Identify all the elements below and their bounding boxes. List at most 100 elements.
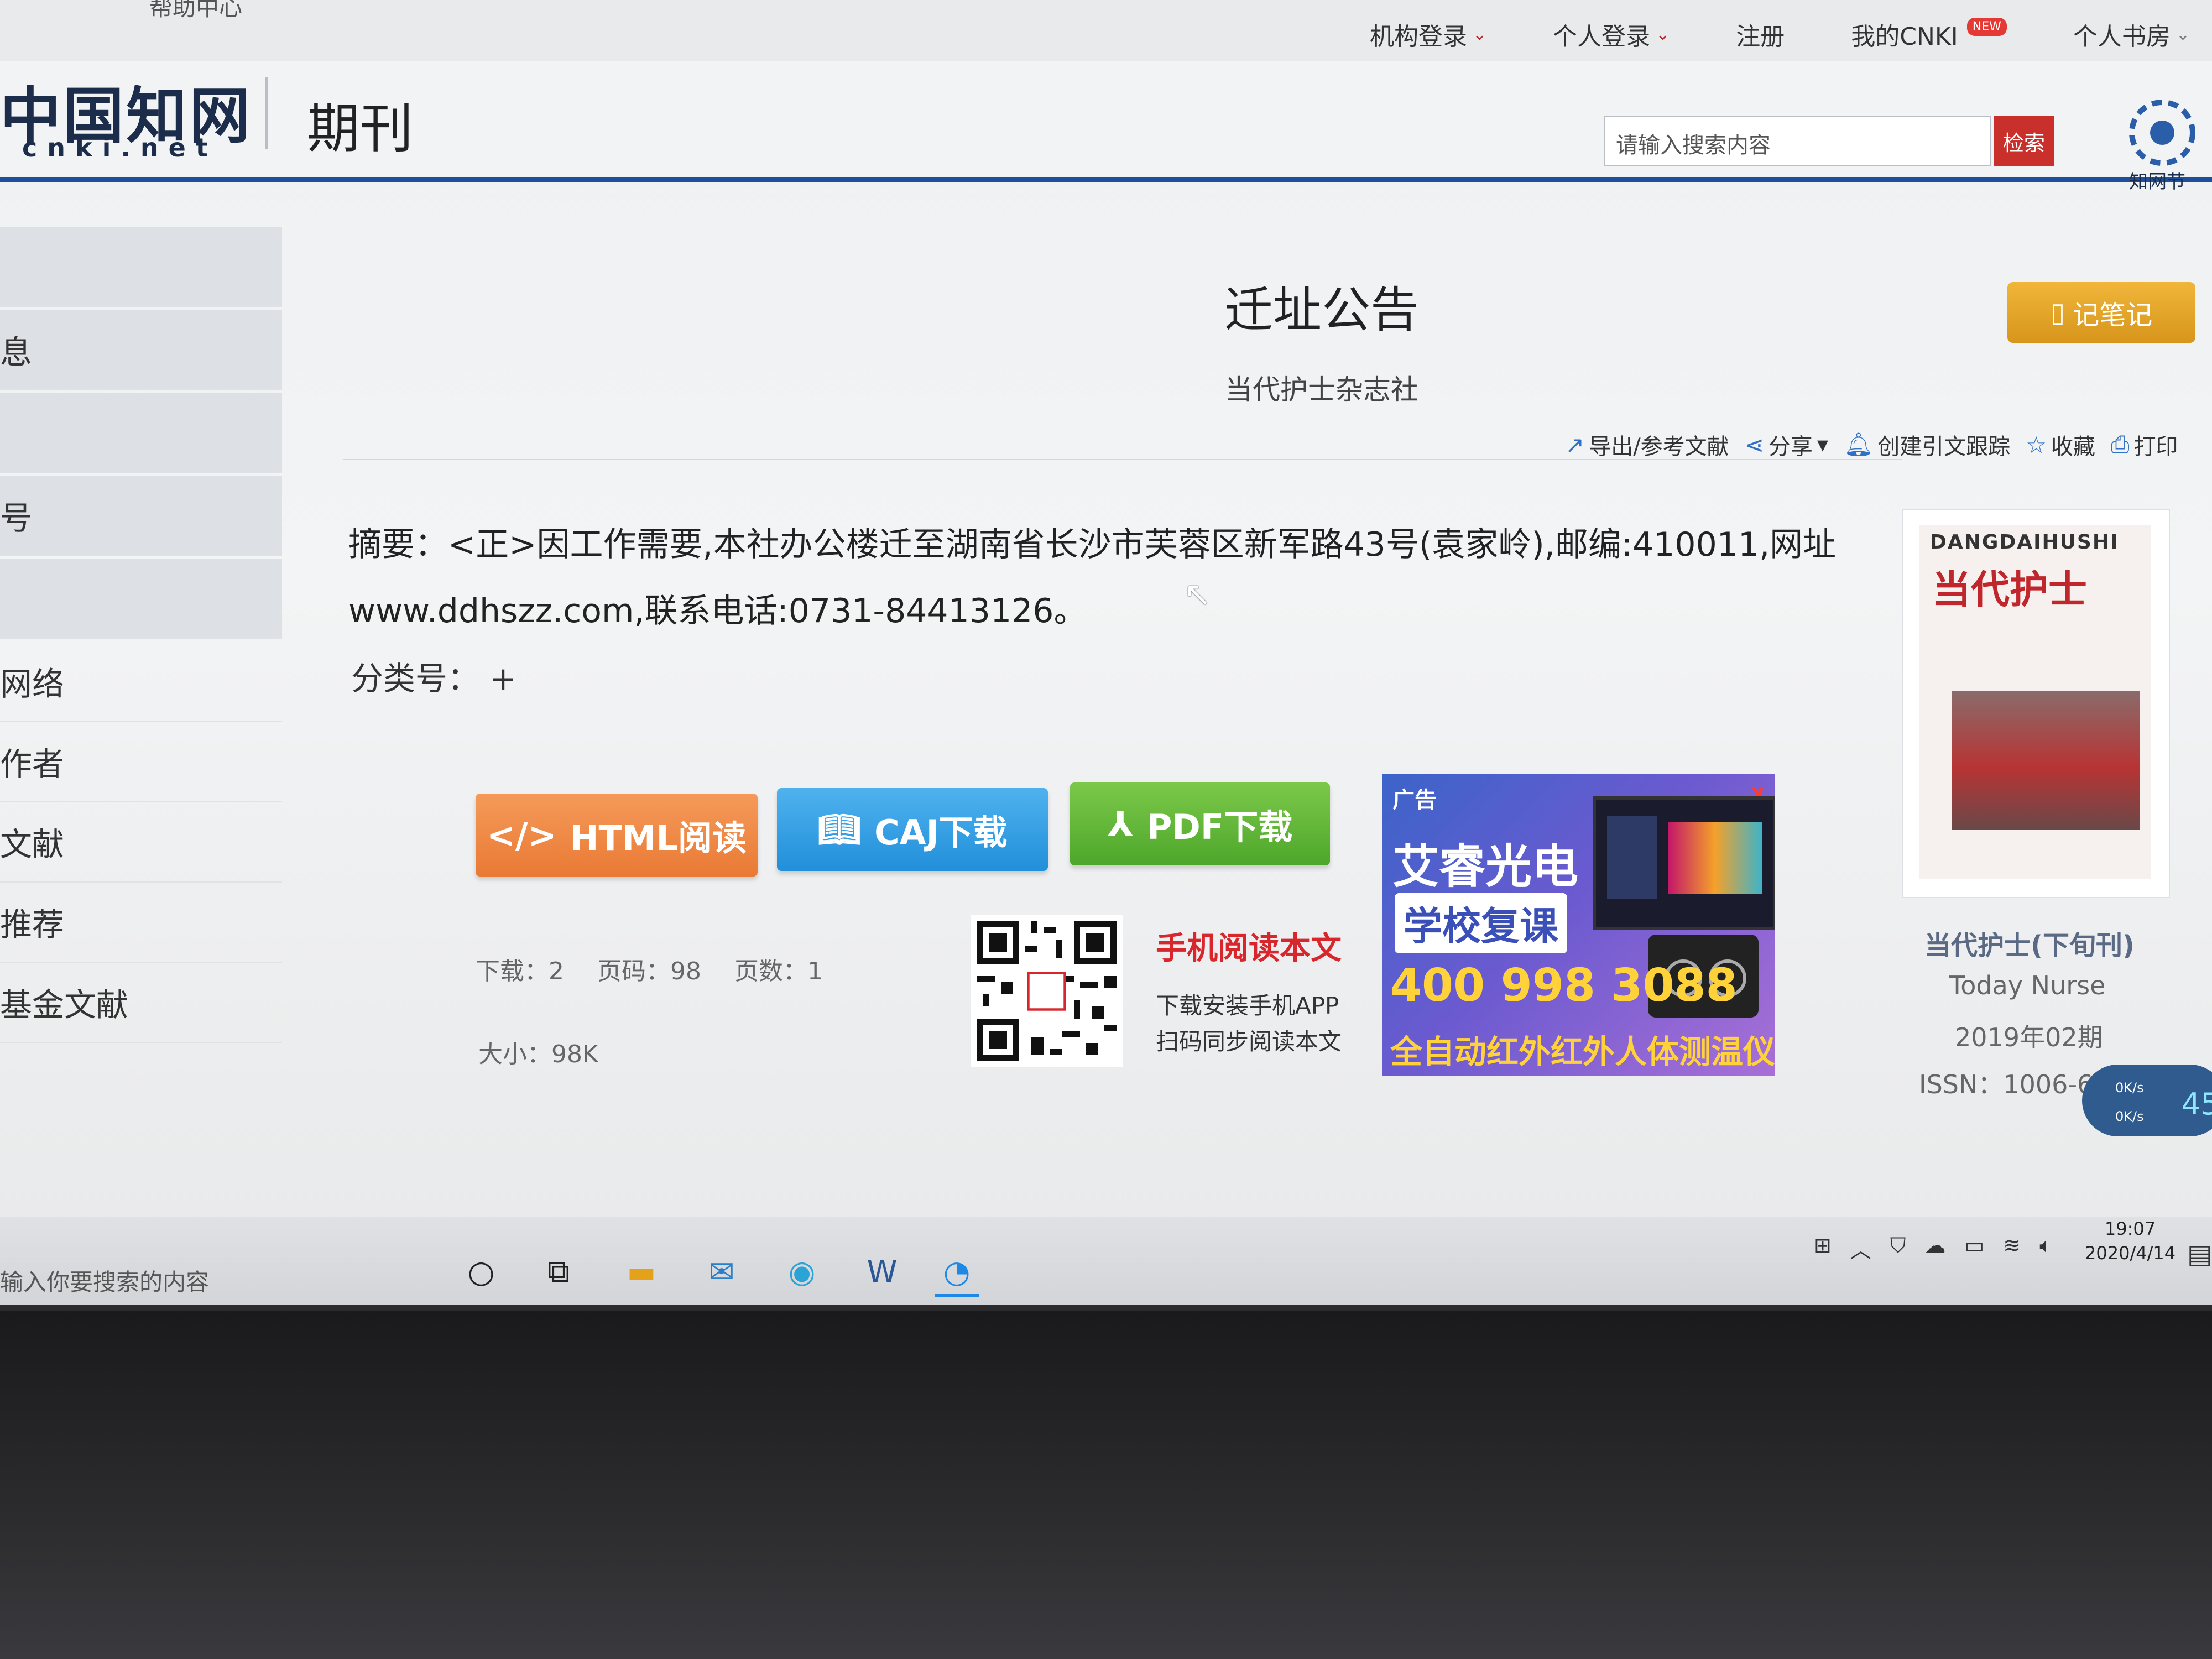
cover-title-cn: 当代护士 — [1932, 567, 2087, 612]
clock-time: 19:07 — [2104, 1218, 2156, 1239]
ad-tag: 广告 — [1392, 787, 1437, 813]
qr-code-icon — [971, 915, 1123, 1067]
journal-name-en: Today Nurse — [1949, 971, 2106, 1000]
browser-icon[interactable]: ◔ — [935, 1250, 979, 1297]
advertisement-banner[interactable]: 广告 x 艾睿光电 学校复课 400 998 3088 全自动红外红外人体测温仪 — [1383, 774, 1775, 1076]
printer-icon: ⎙ — [2110, 431, 2130, 458]
article-title: 迁址公告 — [1224, 281, 1419, 338]
caj-download-button[interactable]: 📖︎ CAJ下载 — [777, 788, 1048, 871]
cnki-node-icon[interactable]: 知网节 — [2118, 94, 2206, 194]
battery-icon[interactable]: ▭ — [1964, 1233, 1984, 1264]
export-references-action[interactable]: ↗ 导出/参考文献 — [1565, 429, 1729, 461]
cloud-icon[interactable]: ☁ — [1924, 1233, 1945, 1264]
sidebar-item-0[interactable] — [0, 227, 282, 307]
sidebar-item-4[interactable] — [0, 559, 282, 639]
site-header: 中国知网 cnki.net 期刊 请输入搜索内容 检索 知网节 — [0, 61, 2212, 193]
system-tray: ⊞ ︿ ⛉ ☁ ▭ ≋ 🔈︎ — [1814, 1233, 2052, 1264]
pdf-icon: ⅄ — [1107, 804, 1134, 844]
sidebar-item-info[interactable]: 息 — [0, 310, 282, 390]
word-icon[interactable]: W — [860, 1250, 904, 1294]
article-publisher[interactable]: 当代护士杂志社 — [1206, 368, 1438, 408]
ad-phone: 400 998 3088 — [1390, 959, 1738, 1012]
sidebar-item-literature[interactable]: 文献 — [0, 802, 282, 883]
ad-brand: 艾睿光电 — [1392, 839, 1579, 894]
chevron-down-icon: ⌄ — [1472, 24, 1487, 44]
pdf-download-button[interactable]: ⅄ PDF下载 — [1070, 782, 1330, 865]
register-link[interactable]: 注册 — [1736, 17, 1785, 52]
help-center-link[interactable]: 帮助中心 — [149, 0, 242, 21]
personal-login-link[interactable]: 个人登录 ⌄ — [1553, 17, 1670, 52]
citation-tracking-action[interactable]: 🔔︎ 创建引文跟踪 — [1844, 429, 2010, 461]
page-count: 页数：1 — [734, 957, 823, 985]
cortana-icon[interactable]: ○ — [459, 1250, 503, 1294]
clock-date: 2020/4/14 — [2085, 1243, 2176, 1264]
share-action[interactable]: ⋖ 分享 ▾ — [1745, 429, 1828, 461]
classification-label: 分类号： — [351, 660, 480, 697]
keyboard-icon[interactable]: ⊞ — [1814, 1233, 1832, 1264]
sidebar-item-number[interactable]: 号 — [0, 476, 282, 556]
journal-name[interactable]: 当代护士(下旬刊) — [1924, 924, 2135, 962]
mouse-cursor-icon: ↖ — [1183, 575, 1212, 614]
security-shield-icon[interactable]: ⛉ — [1890, 1233, 1906, 1264]
monitor-bezel — [0, 1311, 2212, 1659]
notebook-icon: ▯ — [2050, 297, 2065, 328]
ad-slogan: 全自动红外红外人体测温仪 — [1390, 1033, 1775, 1071]
volume-icon[interactable]: 🔈︎ — [2039, 1233, 2052, 1264]
institution-login-label: 机构登录 — [1369, 23, 1467, 51]
abstract: 摘要：<正>因工作需要,本社办公楼迁至湖南省长沙市芙蓉区新军路43号(袁家岭),… — [348, 512, 1875, 644]
download-stats: 下载：2 页码：98 页数：1 — [476, 951, 823, 987]
taskbar-clock[interactable]: 19:07 2020/4/14 — [2085, 1217, 2176, 1265]
wifi-icon[interactable]: ≋ — [2003, 1233, 2021, 1264]
article-actions: ↗ 导出/参考文献 ⋖ 分享 ▾ 🔔︎ 创建引文跟踪 ☆ 收藏 ⎙ 打印 — [1565, 429, 2178, 461]
task-view-icon[interactable]: ⧉ — [536, 1250, 581, 1294]
print-action[interactable]: ⎙ 打印 — [2111, 429, 2178, 461]
mobile-read-line2: 扫码同步阅读本文 — [1156, 1028, 1342, 1055]
file-explorer-icon[interactable]: ▬ — [619, 1250, 664, 1294]
network-speed-widget[interactable]: 0K/s 0K/s 45 — [2082, 1065, 2212, 1136]
taskbar-search-input[interactable]: 输入你要搜索的内容 — [0, 1264, 209, 1297]
sidebar-item-network[interactable]: 网络 — [0, 641, 282, 722]
abstract-text: <正>因工作需要,本社办公楼迁至湖南省长沙市芙蓉区新军路43号(袁家岭),邮编:… — [348, 525, 1837, 630]
chevron-up-icon[interactable]: ︿ — [1850, 1233, 1871, 1264]
bell-icon: 🔔︎ — [1843, 431, 1874, 458]
search-button[interactable]: 检索 — [1994, 116, 2054, 166]
file-size: 大小：98K — [478, 1040, 598, 1068]
sidebar-item-2[interactable] — [0, 393, 282, 473]
caj-download-label: CAJ下载 — [874, 812, 1008, 853]
sidebar-item-label: 文献 — [0, 826, 65, 863]
share-label: 分享 — [1768, 434, 1813, 460]
sidebar-item-label: 息 — [0, 333, 33, 371]
sidebar-item-label: 作者 — [0, 745, 65, 783]
institution-login-link[interactable]: 机构登录 ⌄ — [1370, 17, 1486, 52]
cnki-app-icon[interactable]: ◉ — [780, 1250, 824, 1294]
sidebar-item-label: 推荐 — [0, 906, 65, 943]
sidebar-item-fund-literature[interactable]: 基金文献 — [0, 962, 282, 1043]
favorite-label: 收藏 — [2051, 434, 2095, 460]
header-divider — [265, 77, 268, 149]
favorite-action[interactable]: ☆ 收藏 — [2026, 429, 2095, 461]
mail-icon[interactable]: ✉ — [700, 1250, 744, 1294]
speed-widget-value: 45 — [2182, 1087, 2212, 1121]
my-cnki-link[interactable]: 我的CNKI NEW — [1851, 17, 2007, 52]
export-label: 导出/参考文献 — [1589, 434, 1729, 460]
search-input[interactable]: 请输入搜索内容 — [1604, 116, 1991, 166]
sidebar-item-label: 号 — [0, 499, 33, 537]
personal-library-link[interactable]: 个人书房 ⌄ — [2073, 17, 2190, 52]
sidebar-item-author[interactable]: 作者 — [0, 722, 282, 802]
caret-down-icon: ▾ — [1817, 432, 1828, 457]
journal-cover[interactable]: DANGDAIHUSHI 当代护士 — [1919, 525, 2151, 879]
top-bar: 帮助中心 机构登录 ⌄ 个人登录 ⌄ 注册 我的CNKI NEW 个人书房 ⌄ — [0, 0, 2212, 61]
notification-icon[interactable]: ▤ — [2187, 1239, 2212, 1270]
mobile-read-line1: 下载安装手机APP — [1156, 992, 1339, 1019]
html-read-button[interactable]: </> HTML阅读 — [476, 794, 758, 877]
title-divider — [343, 459, 1902, 460]
browser-page: 帮助中心 机构登录 ⌄ 个人登录 ⌄ 注册 我的CNKI NEW 个人书房 ⌄ — [0, 0, 2212, 1305]
take-notes-button[interactable]: ▯ 记笔记 — [2007, 282, 2195, 343]
citation-tracking-label: 创建引文跟踪 — [1877, 434, 2011, 460]
brand-caption: 知网节 — [2129, 171, 2185, 193]
section-title: 期刊 — [307, 98, 413, 160]
sidebar-item-recommend[interactable]: 推荐 — [0, 882, 282, 963]
take-notes-label: 记笔记 — [2073, 300, 2153, 331]
mobile-read-title[interactable]: 手机阅读本文 — [1156, 924, 1342, 968]
journal-issue[interactable]: 2019年02期 — [1955, 1018, 2103, 1054]
